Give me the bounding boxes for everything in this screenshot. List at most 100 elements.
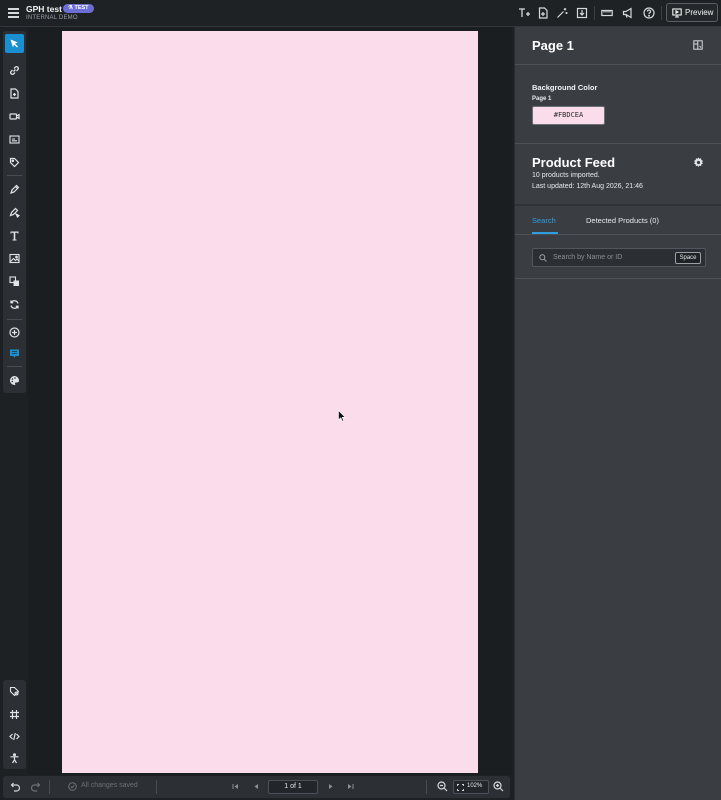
- tab-detected-products[interactable]: Detected Products (0): [586, 216, 659, 225]
- bottom-divider: [156, 780, 157, 794]
- add-element-tool[interactable]: [5, 323, 24, 342]
- palette-icon: [10, 376, 19, 385]
- hotspot-tool[interactable]: [5, 180, 24, 199]
- background-color-picker[interactable]: #FBDCEA: [532, 106, 605, 125]
- next-page-icon: [329, 784, 333, 789]
- monitor-icon: [672, 8, 682, 18]
- caption-icon: [9, 135, 20, 144]
- theme-tool[interactable]: [5, 371, 24, 390]
- preview-button[interactable]: Preview: [666, 3, 718, 22]
- add-page-icon[interactable]: [537, 7, 549, 19]
- save-status-text: All changes saved: [81, 782, 138, 789]
- caption-tool[interactable]: [5, 130, 24, 149]
- bottom-bar: All changes saved 1 of 1 102%: [3, 776, 510, 798]
- add-circle-icon: [9, 327, 20, 338]
- panel-divider: [515, 234, 721, 235]
- help-icon[interactable]: [643, 7, 655, 19]
- hamburger-menu-icon[interactable]: [8, 8, 19, 18]
- last-page-icon: [348, 784, 354, 789]
- page-add-icon: [10, 88, 19, 99]
- bottom-divider: [49, 780, 50, 794]
- zoom-value: 102%: [467, 783, 483, 789]
- tag-search-icon: [9, 686, 20, 697]
- tool-palette: [3, 31, 26, 393]
- video-tool[interactable]: [5, 107, 24, 126]
- products-imported-text: 10 products imported.: [532, 172, 600, 179]
- tool-divider: [7, 175, 22, 176]
- redo-button[interactable]: [30, 781, 41, 792]
- hotspot-edit-tool[interactable]: [5, 203, 24, 222]
- bottom-divider: [426, 780, 427, 794]
- book-icon: [10, 349, 19, 358]
- image-icon: [9, 253, 20, 264]
- page-link-tool[interactable]: [5, 84, 24, 103]
- toolbar-divider: [594, 6, 595, 20]
- product-feed-title: Product Feed: [532, 155, 616, 170]
- fit-screen-icon: [457, 784, 464, 791]
- sync-tool[interactable]: [5, 295, 24, 314]
- link-tool[interactable]: [5, 61, 24, 80]
- panel-divider: [515, 278, 721, 279]
- check-circle-icon: [68, 782, 77, 791]
- layers-icon: [9, 276, 19, 286]
- text-tool[interactable]: [5, 226, 24, 245]
- gear-icon[interactable]: [693, 157, 704, 168]
- last-updated-text: Last updated: 12th Aug 2026, 21:46: [532, 183, 643, 190]
- announcement-icon[interactable]: [622, 7, 634, 19]
- undo-button[interactable]: [10, 781, 21, 792]
- tool-divider: [7, 319, 22, 320]
- background-color-label: Background Color: [532, 83, 598, 92]
- organization-name: INTERNAL DEMO: [26, 15, 78, 21]
- first-page-icon: [232, 784, 238, 789]
- panel-divider: [515, 64, 721, 65]
- download-icon[interactable]: [576, 7, 588, 19]
- accessibility-icon: [10, 753, 19, 764]
- mouse-cursor-icon: [338, 410, 346, 422]
- flipbook-page[interactable]: [62, 31, 478, 773]
- zoom-in-button[interactable]: [493, 781, 504, 792]
- panel-divider: [515, 143, 721, 144]
- page-indicator[interactable]: 1 of 1: [268, 780, 318, 794]
- project-title[interactable]: GPH test: [26, 4, 62, 14]
- zoom-in-icon: [493, 781, 504, 792]
- toolbar-divider: [661, 6, 662, 20]
- link-icon: [10, 66, 19, 75]
- page-settings-icon[interactable]: [693, 40, 703, 50]
- search-icon: [539, 254, 547, 262]
- tag-search-tool[interactable]: [5, 682, 24, 701]
- text-icon: [10, 231, 19, 241]
- previous-page-icon: [254, 784, 258, 789]
- tab-search[interactable]: Search: [532, 216, 556, 225]
- catalog-tool[interactable]: [5, 344, 24, 363]
- zoom-level[interactable]: 102%: [453, 780, 489, 794]
- product-search-input[interactable]: Search by Name or ID Space: [532, 248, 706, 267]
- video-icon: [9, 113, 20, 120]
- last-page-button[interactable]: [345, 781, 356, 792]
- select-tool[interactable]: [5, 34, 24, 53]
- tag-icon: [9, 157, 20, 168]
- search-placeholder: Search by Name or ID: [553, 254, 623, 261]
- hotspot-icon: [10, 184, 20, 194]
- sync-icon: [10, 300, 19, 309]
- first-page-button[interactable]: [230, 781, 241, 792]
- undo-icon: [10, 782, 21, 792]
- accessibility-tool[interactable]: [5, 749, 24, 768]
- test-badge: ⚗ TEST: [63, 4, 94, 13]
- magic-wand-icon[interactable]: [556, 7, 568, 19]
- layers-tool[interactable]: [5, 272, 24, 291]
- previous-page-button[interactable]: [251, 781, 262, 792]
- next-page-button[interactable]: [325, 781, 336, 792]
- ruler-icon[interactable]: [601, 7, 613, 19]
- code-tool[interactable]: [5, 727, 24, 746]
- properties-panel: Page 1 Background Color Page 1 #FBDCEA P…: [514, 27, 721, 800]
- code-icon: [9, 732, 20, 741]
- image-tool[interactable]: [5, 249, 24, 268]
- keyboard-shortcut-badge: Space: [675, 252, 701, 264]
- hotspot-edit-icon: [9, 207, 20, 218]
- tag-tool[interactable]: [5, 153, 24, 172]
- top-bar: GPH test ⚗ TEST INTERNAL DEMO Preview: [0, 0, 721, 27]
- zoom-out-button[interactable]: [437, 781, 448, 792]
- grid-tool[interactable]: [5, 705, 24, 724]
- add-text-icon[interactable]: [518, 7, 530, 19]
- tool-divider: [7, 366, 22, 367]
